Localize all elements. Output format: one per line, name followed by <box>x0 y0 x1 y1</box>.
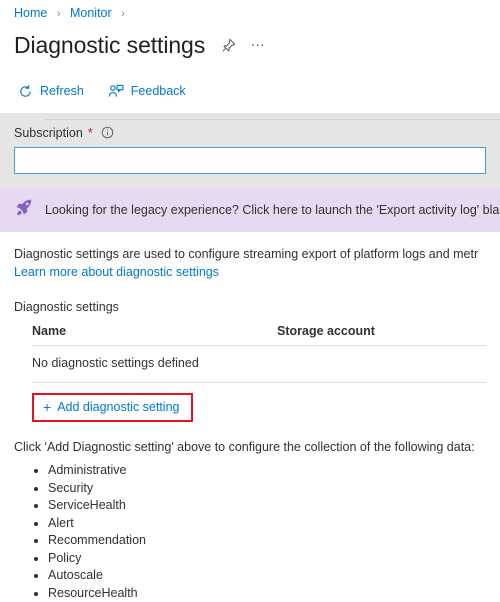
breadcrumb-item-home[interactable]: Home <box>14 6 47 20</box>
subscription-filter-band: Subscription * <box>0 113 500 188</box>
list-item: Policy <box>48 550 500 568</box>
page-title: Diagnostic settings <box>14 30 205 60</box>
subscription-label: Subscription <box>14 126 83 140</box>
description-text: Diagnostic settings are used to configur… <box>14 246 486 263</box>
required-marker: * <box>88 125 93 140</box>
diagnostic-settings-section-label: Diagnostic settings <box>14 300 486 314</box>
column-header-storage-account[interactable]: Storage account <box>277 324 486 338</box>
list-item: Recommendation <box>48 532 500 550</box>
breadcrumb-item-monitor[interactable]: Monitor <box>70 6 112 20</box>
page-header: Diagnostic settings … <box>0 22 500 62</box>
refresh-icon <box>18 84 33 99</box>
empty-message: No diagnostic settings defined <box>32 356 199 370</box>
add-diagnostic-setting-button[interactable]: + Add diagnostic setting <box>43 400 180 414</box>
refresh-label: Refresh <box>40 84 84 98</box>
feedback-button[interactable]: Feedback <box>106 81 188 102</box>
table-header-row: Name Storage account <box>32 320 486 346</box>
list-item: ServiceHealth <box>48 497 500 515</box>
subscription-input[interactable] <box>14 147 486 174</box>
table-empty-row: No diagnostic settings defined <box>32 346 486 383</box>
list-item: Administrative <box>48 462 500 480</box>
legacy-experience-banner[interactable]: Looking for the legacy experience? Click… <box>0 188 500 232</box>
command-bar-divider <box>45 119 500 120</box>
list-item: ResourceHealth <box>48 585 500 602</box>
more-options-icon[interactable]: … <box>250 37 267 54</box>
breadcrumb-separator-icon: › <box>57 8 61 20</box>
instructions-text: Click 'Add Diagnostic setting' above to … <box>14 440 500 454</box>
list-item: Autoscale <box>48 567 500 585</box>
breadcrumb-separator-icon: › <box>121 8 125 20</box>
main-content: Diagnostic settings are used to configur… <box>0 232 500 422</box>
learn-more-link[interactable]: Learn more about diagnostic settings <box>14 265 486 279</box>
add-diagnostic-setting-label: Add diagnostic setting <box>57 400 179 414</box>
data-category-list: Administrative Security ServiceHealth Al… <box>0 462 500 602</box>
list-item: Security <box>48 480 500 498</box>
feedback-label: Feedback <box>131 84 186 98</box>
info-icon[interactable] <box>101 126 114 139</box>
plus-icon: + <box>43 401 51 413</box>
add-diagnostic-setting-highlight: + Add diagnostic setting <box>32 393 193 422</box>
legacy-banner-text: Looking for the legacy experience? Click… <box>45 203 500 217</box>
feedback-icon <box>108 84 124 99</box>
breadcrumb: Home › Monitor › <box>0 0 500 22</box>
command-bar: Refresh Feedback <box>0 73 500 109</box>
rocket-icon <box>14 198 33 222</box>
pin-icon[interactable] <box>221 38 236 53</box>
list-item: Alert <box>48 515 500 533</box>
subscription-label-row: Subscription * <box>14 125 486 140</box>
refresh-button[interactable]: Refresh <box>16 81 86 102</box>
column-header-name[interactable]: Name <box>32 324 277 338</box>
diagnostic-settings-table: Name Storage account No diagnostic setti… <box>32 320 486 383</box>
